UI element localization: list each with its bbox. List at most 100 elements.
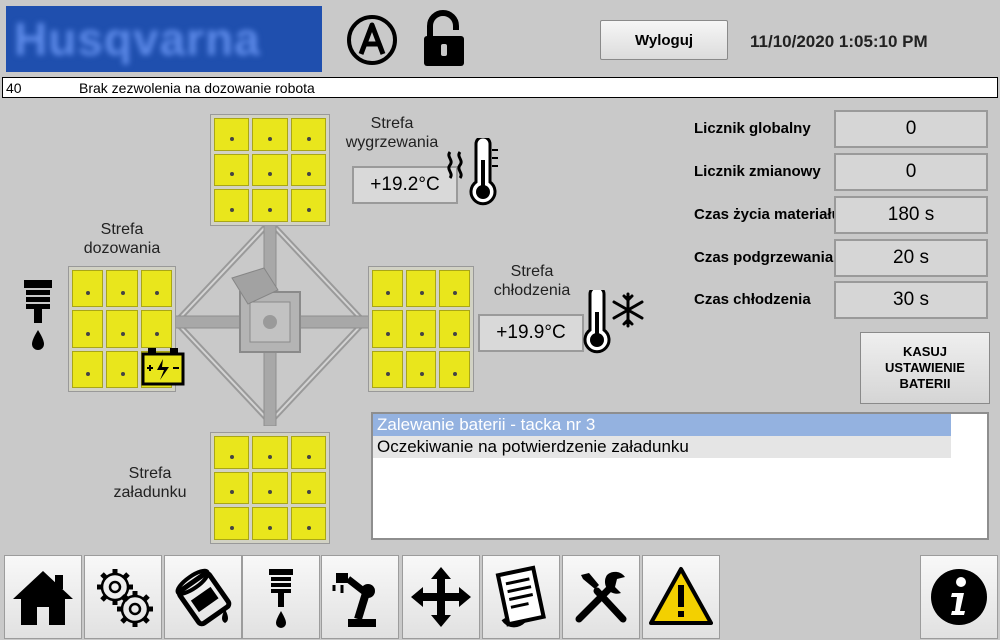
- tray-slot: [140, 270, 172, 308]
- alarm-message: Brak zezwolenia na dozowanie robota: [79, 79, 315, 96]
- tray-slot: [252, 471, 288, 505]
- unlocked-padlock-icon[interactable]: [420, 10, 468, 68]
- counter-global-value[interactable]: 0: [834, 110, 988, 148]
- loading-zone-label: Strefa załadunku: [104, 464, 196, 502]
- tray-slot: [290, 153, 326, 187]
- tray-heating-zone[interactable]: [210, 114, 330, 226]
- brand-logo-text: Husqvarna: [14, 13, 261, 65]
- cooling-temperature-display: +19.9°C: [478, 314, 584, 352]
- rotary-table-frame: [168, 218, 372, 426]
- reset-battery-setting-button[interactable]: KASUJ USTAWIENIE BATERII: [860, 332, 990, 404]
- cold-thermometer-icon: [583, 290, 644, 354]
- cooling-time: Czas chłodzenia 30 s: [690, 281, 990, 319]
- counter-global: Licznik globalny 0: [690, 110, 990, 148]
- nav-robot-button[interactable]: [321, 555, 399, 639]
- datetime-display: 11/10/2020 1:05:10 PM: [750, 32, 928, 51]
- tray-slot: [372, 310, 403, 348]
- heating-zone-label-line1: Strefa: [370, 115, 414, 132]
- dispenser-icon: [269, 569, 293, 628]
- move-arrows-icon: [411, 567, 471, 627]
- dosing-zone-label-line1: Strefa: [100, 221, 144, 238]
- tray-slot: [252, 118, 288, 151]
- nav-dispenser-button[interactable]: [242, 555, 320, 639]
- auto-mode-icon: [347, 15, 397, 65]
- loading-zone-label-line2: załadunku: [113, 484, 187, 501]
- heating-time-value[interactable]: 20 s: [834, 239, 988, 277]
- tray-slot: [290, 189, 326, 222]
- nav-materials-button[interactable]: [164, 555, 242, 639]
- bottom-navigation: [0, 553, 1000, 640]
- tray-slot: [290, 118, 326, 151]
- tray-slot: [252, 153, 288, 187]
- home-icon: [13, 571, 73, 625]
- heating-zone-label: Strefa wygrzewania: [338, 114, 446, 152]
- cooling-zone-label: Strefa chłodzenia: [484, 262, 580, 300]
- tray-loading-zone[interactable]: [210, 432, 330, 544]
- tray-slot: [405, 270, 437, 308]
- gears-icon: [97, 569, 153, 627]
- heating-time: Czas podgrzewania 20 s: [690, 239, 990, 277]
- status-message-item[interactable]: Zalewanie baterii - tacka nr 3: [373, 414, 951, 436]
- tray-slot: [439, 270, 470, 308]
- dispenser-nozzle-icon: [24, 280, 52, 350]
- nav-service-button[interactable]: [562, 555, 640, 639]
- tray-slot: [106, 270, 138, 308]
- heating-time-label: Czas podgrzewania: [694, 249, 834, 266]
- tray-slot: [290, 471, 326, 505]
- tray-slot: [72, 350, 104, 388]
- alarm-code: 40: [6, 79, 22, 96]
- dosing-zone-label: Strefa dozowania: [74, 220, 170, 258]
- logout-button[interactable]: Wyloguj: [600, 20, 728, 60]
- tray-slot: [72, 310, 104, 348]
- document-list-icon: [495, 565, 546, 628]
- nav-alarms-button[interactable]: [642, 555, 720, 639]
- cooling-time-label: Czas chłodzenia: [694, 291, 811, 308]
- nav-info-button[interactable]: [920, 555, 998, 639]
- tray-cooling-zone[interactable]: [368, 266, 474, 392]
- cooling-zone-label-line2: chłodzenia: [493, 282, 571, 299]
- tray-slot: [214, 507, 250, 540]
- cooling-time-value[interactable]: 30 s: [834, 281, 988, 319]
- counter-shift-label: Licznik zmianowy: [694, 163, 821, 180]
- tray-slot: [106, 350, 138, 388]
- counter-shift: Licznik zmianowy 0: [690, 153, 990, 191]
- info-icon: [931, 569, 987, 625]
- nav-recipes-button[interactable]: [482, 555, 560, 639]
- nav-move-button[interactable]: [402, 555, 480, 639]
- status-message-list[interactable]: Zalewanie baterii - tacka nr 3 Oczekiwan…: [371, 412, 989, 540]
- material-life-time: Czas życia materiału 180 s: [690, 196, 990, 234]
- tools-icon: [575, 571, 627, 623]
- tray-slot: [214, 189, 250, 222]
- brand-logo: Husqvarna: [6, 6, 322, 72]
- tray-slot: [140, 310, 172, 348]
- tray-slot: [290, 507, 326, 540]
- heat-thermometer-icon: [447, 138, 498, 206]
- heating-zone-label-line2: wygrzewania: [345, 134, 439, 151]
- tray-slot: [372, 270, 403, 308]
- battery-icon: [141, 348, 185, 386]
- nav-settings-button[interactable]: [84, 555, 162, 639]
- tray-slot: [106, 310, 138, 348]
- counter-global-label: Licznik globalny: [694, 120, 811, 137]
- tray-slot: [405, 350, 437, 388]
- tray-slot: [439, 310, 470, 348]
- tray-slot: [252, 507, 288, 540]
- tray-slot: [252, 189, 288, 222]
- tray-slot: [252, 436, 288, 469]
- tray-slot: [214, 436, 250, 469]
- alarm-bar[interactable]: 40 Brak zezwolenia na dozowanie robota: [2, 77, 998, 98]
- tray-slot: [214, 471, 250, 505]
- tray-slot: [405, 310, 437, 348]
- heating-temperature-display: +19.2°C: [352, 166, 458, 204]
- reset-button-line3: BATERII: [899, 376, 951, 391]
- top-bar: Husqvarna Wyloguj 11/10/2020 1:05:10 PM: [0, 0, 1000, 76]
- tray-slot: [214, 153, 250, 187]
- tray-slot: [439, 350, 470, 388]
- counter-shift-value[interactable]: 0: [834, 153, 988, 191]
- nav-home-button[interactable]: [4, 555, 82, 639]
- tray-slot: [214, 118, 250, 151]
- status-message-item[interactable]: Oczekiwanie na potwierdzenie załadunku: [373, 436, 951, 458]
- robot-arm-icon: [332, 573, 376, 627]
- cooling-zone-label-line1: Strefa: [510, 263, 554, 280]
- material-life-time-value[interactable]: 180 s: [834, 196, 988, 234]
